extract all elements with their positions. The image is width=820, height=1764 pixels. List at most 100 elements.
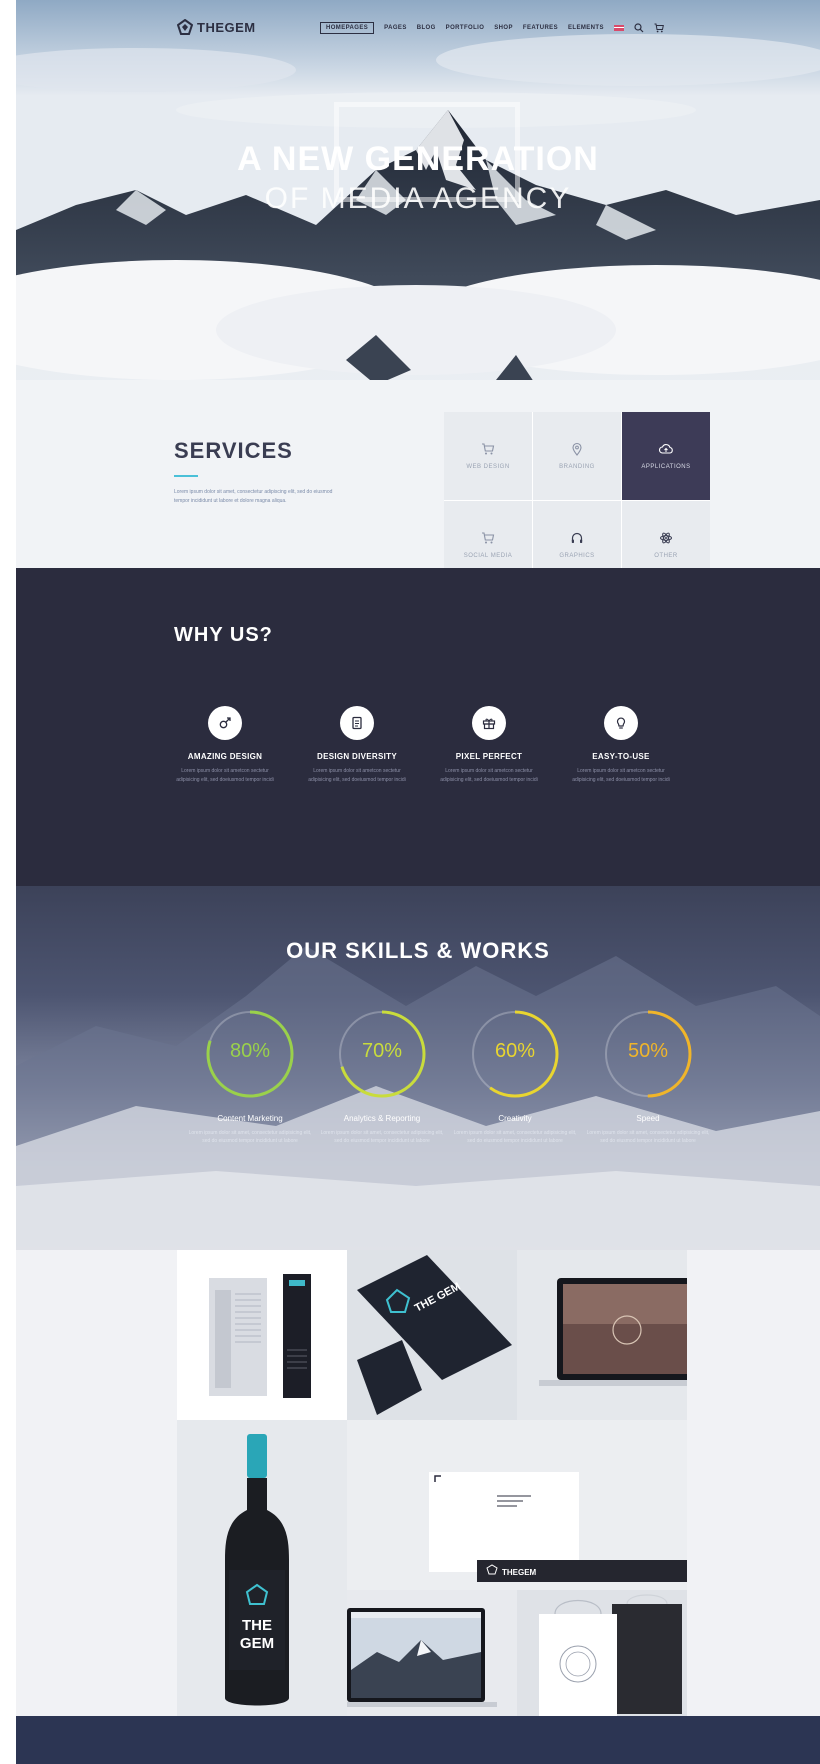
skill-text: Lorem ipsum dolor sit amet, consectetur … — [453, 1130, 577, 1144]
nav-item-features[interactable]: FEATURES — [523, 25, 558, 31]
service-applications[interactable]: APPLICATIONS — [622, 412, 710, 500]
feature-easy-to-use: EASY-TO-USE Lorem ipsum dolor sit ametco… — [566, 706, 676, 785]
shopping-bag-mockup-image — [539, 1594, 682, 1718]
gift-icon — [482, 718, 496, 730]
skill-creativity: 60% Creativity Lorem ipsum dolor sit ame… — [450, 1006, 580, 1145]
brand-name: THEGEM — [197, 19, 256, 35]
feature-title: AMAZING DESIGN — [187, 752, 263, 761]
bottle-brand-line1: THE — [242, 1617, 272, 1634]
top-navigation: THEGEM HOMEPAGES PAGES BLOG PORTFOLIO SH… — [16, 0, 820, 58]
feature-text: Lorem ipsum dolor sit ametcon sectetur a… — [440, 768, 538, 783]
nav-item-elements[interactable]: ELEMENTS — [568, 25, 604, 31]
why-us-section: WHY US? AMAZING DESIGN Lorem ipsum dolor… — [16, 568, 820, 886]
portfolio-item-business-cards[interactable]: THE GEM — [347, 1250, 517, 1420]
feature-icon-circle — [208, 706, 242, 740]
why-us-title: WHY US? — [174, 624, 273, 647]
site-logo[interactable]: THEGEM — [177, 19, 256, 35]
hero-section: THEGEM HOMEPAGES PAGES BLOG PORTFOLIO SH… — [16, 0, 820, 570]
skill-percent: 50% — [627, 1040, 669, 1062]
male-icon — [219, 717, 231, 729]
service-label: BRANDING — [559, 464, 595, 470]
bottle-brand-line2: GEM — [240, 1635, 274, 1652]
feature-amazing-design: AMAZING DESIGN Lorem ipsum dolor sit ame… — [170, 706, 280, 785]
nav-item-shop[interactable]: SHOP — [494, 25, 513, 31]
document-icon — [352, 716, 362, 730]
skill-text: Lorem ipsum dolor sit amet, consectetur … — [320, 1130, 444, 1144]
skill-name: Creativity — [498, 1114, 532, 1123]
portfolio-item-laptop[interactable] — [517, 1250, 687, 1420]
nav-item-portfolio[interactable]: PORTFOLIO — [446, 25, 485, 31]
letterhead-mockup-image: THEGEM — [429, 1472, 687, 1582]
services-underline — [174, 475, 198, 477]
skill-name: Content Marketing — [217, 1114, 283, 1123]
feature-pixel-perfect: PIXEL PERFECT Lorem ipsum dolor sit amet… — [434, 706, 544, 785]
feature-title: EASY-TO-USE — [592, 752, 650, 761]
service-label: SOCIAL MEDIA — [463, 553, 513, 559]
website-laptop-mockup-image — [347, 1608, 497, 1707]
hero-title: A NEW GENERATION — [237, 140, 599, 178]
feature-icon-circle — [340, 706, 374, 740]
portfolio-item-shopping-bags[interactable] — [517, 1590, 687, 1720]
service-branding[interactable]: BRANDING — [533, 412, 621, 500]
service-label: GRAPHICS — [559, 553, 595, 559]
service-graphics[interactable]: GRAPHICS — [533, 501, 621, 570]
why-title-light: WHY — [174, 624, 224, 646]
cart-icon — [482, 443, 495, 455]
skills-title-bold: WORKS — [460, 938, 550, 963]
portfolio-item-notepads[interactable] — [177, 1250, 347, 1420]
services-grid: WEB DESIGN BRANDING APPLICATIONS SOCIAL … — [444, 412, 710, 570]
skill-name: Analytics & Reporting — [343, 1114, 421, 1123]
portfolio-item-letterhead[interactable]: THEGEM — [347, 1420, 687, 1590]
skill-percent: 70% — [361, 1040, 403, 1062]
hero-subtitle: OF MEDIA AGENCY — [264, 182, 572, 215]
cloud-upload-icon — [659, 444, 673, 454]
gem-logo-icon — [177, 19, 193, 35]
headphones-icon — [571, 532, 583, 543]
wine-bottle-mockup-image: THE GEM — [225, 1434, 289, 1706]
portfolio-item-website-laptop[interactable] — [347, 1590, 517, 1720]
nav-item-homepages[interactable]: HOMEPAGES — [320, 22, 375, 34]
footer-band — [16, 1716, 820, 1764]
page: THEGEM HOMEPAGES PAGES BLOG PORTFOLIO SH… — [16, 0, 820, 1764]
cart-icon[interactable] — [654, 23, 664, 33]
service-label: APPLICATIONS — [641, 464, 691, 470]
service-label: WEB DESIGN — [466, 464, 510, 470]
skill-analytics-reporting: 70% Analytics & Reporting Lorem ipsum do… — [317, 1006, 447, 1145]
portfolio-section: THE GEM THE GEM THEGEM — [16, 1250, 820, 1720]
portfolio-item-wine-bottle[interactable]: THE GEM — [177, 1420, 347, 1720]
skills-title: OUR SKILLS & WORKS — [16, 938, 820, 964]
skill-name: Speed — [636, 1114, 660, 1123]
feature-icon-circle — [472, 706, 506, 740]
notepad-mockup-image — [209, 1274, 311, 1398]
skills-title-light: OUR SKILLS & — [286, 938, 454, 963]
skill-text: Lorem ipsum dolor sit amet, consectetur … — [586, 1130, 710, 1144]
services-title: SERVICES — [174, 438, 293, 463]
flag-icon[interactable] — [613, 23, 624, 33]
business-card-mockup-image: THE GEM — [357, 1255, 512, 1415]
skill-percent: 80% — [229, 1040, 271, 1062]
atom-icon — [660, 532, 672, 544]
feature-icon-circle — [604, 706, 638, 740]
skill-percent: 60% — [494, 1040, 536, 1062]
skill-text: Lorem ipsum dolor sit amet, consectetur … — [188, 1130, 312, 1144]
service-social-media[interactable]: SOCIAL MEDIA — [444, 501, 532, 570]
letterhead-brand-text: THEGEM — [502, 1568, 537, 1577]
feature-design-diversity: DESIGN DIVERSITY Lorem ipsum dolor sit a… — [302, 706, 412, 785]
laptop-mockup-image — [539, 1278, 687, 1386]
feature-title: PIXEL PERFECT — [455, 752, 523, 761]
skill-speed: 50% Speed Lorem ipsum dolor sit amet, co… — [583, 1006, 713, 1145]
feature-title: DESIGN DIVERSITY — [317, 752, 397, 761]
why-title-bold: US? — [229, 624, 273, 646]
feature-text: Lorem ipsum dolor sit ametcon sectetur a… — [572, 768, 670, 783]
nav-item-pages[interactable]: PAGES — [384, 25, 407, 31]
pin-icon — [572, 442, 582, 456]
search-icon[interactable] — [634, 23, 644, 33]
feature-text: Lorem ipsum dolor sit ametcon sectetur a… — [176, 768, 274, 783]
service-other[interactable]: OTHER — [622, 501, 710, 570]
bulb-icon — [616, 717, 626, 729]
nav-item-blog[interactable]: BLOG — [417, 25, 436, 31]
skill-content-marketing: 80% Content Marketing Lorem ipsum dolor … — [185, 1006, 315, 1145]
service-web-design[interactable]: WEB DESIGN — [444, 412, 532, 500]
service-label: OTHER — [654, 553, 678, 559]
services-description: Lorem ipsum dolor sit amet, consectetur … — [174, 489, 333, 504]
